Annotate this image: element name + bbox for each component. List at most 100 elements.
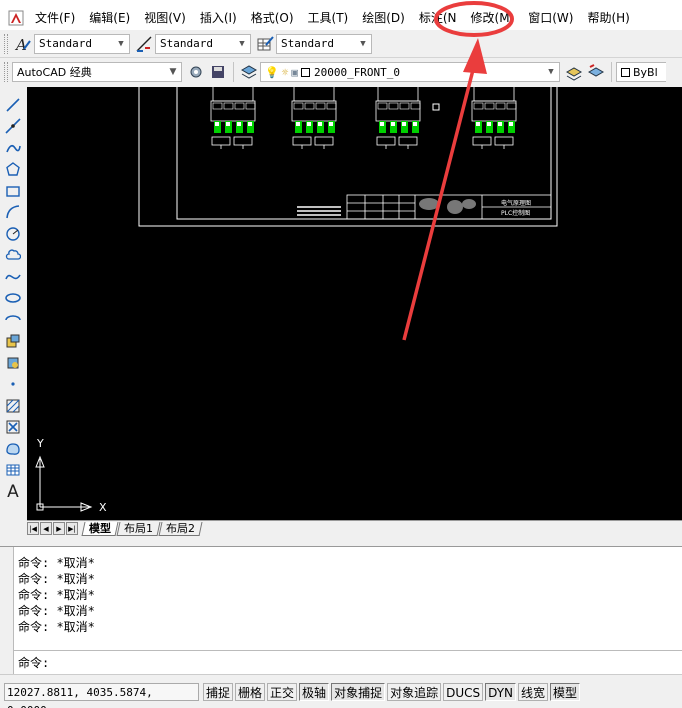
- status-toggle[interactable]: 对象捕捉: [331, 682, 386, 701]
- menu-item[interactable]: 编辑(E): [82, 6, 137, 30]
- gradient-icon[interactable]: [2, 417, 24, 439]
- status-bar: 12027.8811, 4035.5874, 0.0000 捕捉栅格正交极轴对象…: [0, 674, 682, 708]
- spline-icon[interactable]: [2, 266, 24, 288]
- polyline-icon[interactable]: [2, 137, 24, 159]
- menu-item[interactable]: 帮助(H): [580, 6, 636, 30]
- text-style-value: Standard: [39, 37, 92, 50]
- status-toggle[interactable]: 栅格: [235, 682, 266, 701]
- make-block-icon[interactable]: [2, 352, 24, 374]
- menu-item[interactable]: 绘图(D): [355, 6, 412, 30]
- chevron-down-icon[interactable]: ▼: [165, 63, 181, 81]
- app-icon[interactable]: [6, 8, 26, 28]
- small-square: [432, 103, 440, 111]
- drawing-title-1: 电气原理图: [501, 199, 531, 207]
- svg-text:A: A: [14, 36, 27, 53]
- rectangle-icon[interactable]: [2, 180, 24, 202]
- layout-tab[interactable]: 布局1: [116, 521, 161, 536]
- command-history-line: 命令: *取消*: [18, 620, 95, 634]
- save-workspace-icon[interactable]: [207, 61, 229, 83]
- toolbar-grip[interactable]: [4, 62, 8, 82]
- chevron-down-icon[interactable]: ▼: [234, 35, 250, 53]
- toolbar-grip[interactable]: [4, 33, 8, 54]
- layer-name: 20000_FRONT_0: [313, 65, 401, 79]
- drawing-canvas[interactable]: 电气原理图 PLC控制图 Y X: [27, 87, 682, 520]
- layer-previous-icon[interactable]: [585, 61, 607, 83]
- table-icon[interactable]: [2, 460, 24, 482]
- table-style-combo[interactable]: Standard ▼: [276, 33, 372, 54]
- ucs-icon: [35, 455, 93, 512]
- first-tab-icon[interactable]: |◀: [27, 522, 39, 535]
- layer-combo[interactable]: 💡 ☼ ▣ 20000_FRONT_0 ▼: [260, 62, 560, 82]
- construction-line-icon[interactable]: [2, 116, 24, 138]
- layout-tab[interactable]: 布局2: [158, 521, 203, 536]
- command-input[interactable]: 命令:: [14, 650, 682, 674]
- workspace-value: AutoCAD 经典: [17, 66, 92, 79]
- status-toggle[interactable]: 线宽: [518, 682, 549, 701]
- text-style-icon[interactable]: A: [12, 33, 34, 55]
- workspace-settings-icon[interactable]: [185, 61, 207, 83]
- dim-style-value: Standard: [160, 37, 213, 50]
- status-toggle[interactable]: 模型: [550, 682, 581, 701]
- menu-item[interactable]: 标注(N: [412, 6, 464, 30]
- layout-tab[interactable]: 模型: [81, 521, 119, 536]
- drawing-title-2: PLC控制图: [501, 209, 530, 217]
- sun-icon[interactable]: ☼: [282, 66, 289, 79]
- status-toggle[interactable]: 正交: [267, 682, 298, 701]
- menu-item[interactable]: 文件(F): [28, 6, 82, 30]
- polygon-icon[interactable]: [2, 159, 24, 181]
- insert-block-icon[interactable]: [2, 331, 24, 353]
- menu-item[interactable]: 插入(I): [193, 6, 244, 30]
- circle-icon[interactable]: [2, 223, 24, 245]
- menu-item[interactable]: 工具(T): [301, 6, 356, 30]
- prev-tab-icon[interactable]: ◀: [40, 522, 52, 535]
- dim-style-icon[interactable]: [133, 33, 155, 55]
- dim-style-combo[interactable]: Standard ▼: [155, 33, 251, 54]
- coordinate-readout[interactable]: 12027.8811, 4035.5874, 0.0000: [4, 682, 199, 708]
- region-icon[interactable]: [2, 438, 24, 460]
- ucs-y-label: Y: [36, 437, 44, 450]
- chevron-down-icon[interactable]: ▼: [113, 35, 129, 53]
- toolbar-separator: [611, 62, 612, 82]
- layer-manager-icon[interactable]: [238, 61, 260, 83]
- workspace-combo[interactable]: AutoCAD 经典 ▼: [12, 62, 182, 82]
- color-value: ByBl: [633, 65, 658, 79]
- color-combo[interactable]: ByBl: [616, 62, 666, 82]
- point-icon[interactable]: [2, 374, 24, 396]
- command-history: 命令: *取消* 命令: *取消* 命令: *取消* 命令: *取消* 命令: *取消*: [18, 555, 95, 635]
- layout-tab-label: 模型: [89, 521, 111, 535]
- status-toggle[interactable]: DUCS: [443, 682, 484, 701]
- mtext-icon[interactable]: A: [2, 481, 24, 503]
- ellipse-icon[interactable]: [2, 288, 24, 310]
- make-current-layer-icon[interactable]: [563, 61, 585, 83]
- workspace-layers-toolbar: AutoCAD 经典 ▼ 💡 ☼ ▣ 20000_FRONT_0 ▼ ByBl: [0, 58, 682, 86]
- hatch-icon[interactable]: [2, 395, 24, 417]
- styles-toolbar: A Standard ▼ Standard ▼ Standard ▼: [0, 30, 682, 58]
- menu-item[interactable]: 修改(M): [464, 6, 522, 30]
- menu-item[interactable]: 视图(V): [137, 6, 193, 30]
- command-history-line: 命令: *取消*: [18, 572, 95, 586]
- lightbulb-icon[interactable]: 💡: [265, 66, 279, 79]
- text-style-combo[interactable]: Standard ▼: [34, 33, 130, 54]
- status-toggle[interactable]: DYN: [485, 682, 517, 701]
- next-tab-icon[interactable]: ▶: [53, 522, 65, 535]
- layout-tab-label: 布局2: [166, 521, 195, 535]
- arc-icon[interactable]: [2, 202, 24, 224]
- line-icon[interactable]: [2, 94, 24, 116]
- ellipse-arc-icon[interactable]: [2, 309, 24, 331]
- table-style-icon[interactable]: [254, 33, 276, 55]
- chevron-down-icon[interactable]: ▼: [355, 35, 371, 53]
- command-window-grip[interactable]: [0, 547, 14, 675]
- status-toggle[interactable]: 捕捉: [203, 682, 234, 701]
- lock-icon[interactable]: ▣: [291, 66, 298, 79]
- status-toggle[interactable]: 对象追踪: [387, 682, 442, 701]
- revision-cloud-icon[interactable]: [2, 245, 24, 267]
- menu-item[interactable]: 格式(O): [244, 6, 301, 30]
- command-history-line: 命令: *取消*: [18, 604, 95, 618]
- menu-item[interactable]: 窗口(W): [521, 6, 580, 30]
- command-history-line: 命令: *取消*: [18, 588, 95, 602]
- status-toggle[interactable]: 极轴: [299, 682, 330, 701]
- chevron-down-icon[interactable]: ▼: [543, 63, 559, 81]
- last-tab-icon[interactable]: ▶|: [66, 522, 78, 535]
- terminal-block: [375, 87, 421, 149]
- terminal-block: [210, 87, 256, 149]
